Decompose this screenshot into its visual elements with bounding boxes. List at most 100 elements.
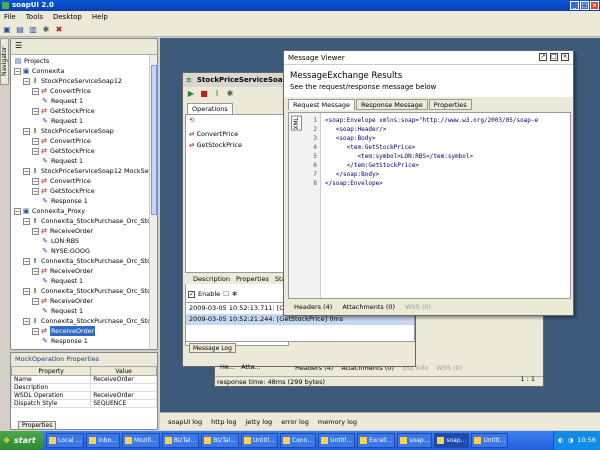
xml-editor[interactable]: XML 1 <soap:Envelope xmlns:soap="http://w… xyxy=(288,112,571,299)
clear-log-icon[interactable]: ☐ xyxy=(223,290,229,298)
collapse-toggle-icon[interactable]: − xyxy=(14,207,21,215)
tree-item[interactable]: − ⇄ ReceiveOrder xyxy=(11,226,157,236)
tree-item[interactable]: − I StockPriceServiceSoap12 xyxy=(11,76,157,86)
tree-item[interactable]: ✎ Request 1 xyxy=(11,306,157,316)
tree-item[interactable]: − ⇄ ConvertPrice xyxy=(11,136,157,146)
stop-icon[interactable]: ■ xyxy=(199,89,209,99)
collapse-toggle-icon[interactable]: − xyxy=(32,267,39,275)
code-text[interactable]: <tem:GetStockPrice> xyxy=(319,143,416,152)
taskbar-button[interactable]: Conn... xyxy=(279,433,317,448)
menu-tools[interactable]: Tools xyxy=(26,11,43,23)
taskbar-button[interactable]: Untitl... xyxy=(471,433,509,448)
tree-item[interactable]: ✎ Request 1 xyxy=(11,156,157,166)
message-properties-tab[interactable]: Properties xyxy=(428,99,472,110)
tree-item[interactable]: ✎ NYSE:GOOG xyxy=(11,246,157,256)
collapse-toggle-icon[interactable]: − xyxy=(32,107,39,115)
taskbar-button[interactable]: Mozill... xyxy=(121,433,160,448)
description-tab[interactable]: Description xyxy=(193,273,230,284)
tree-item[interactable]: − ⇄ GetStockPrice xyxy=(11,106,157,116)
tree-item[interactable]: − ▣ Connexita xyxy=(11,66,157,76)
log-options-icon[interactable]: ✱ xyxy=(232,290,237,298)
properties-tab[interactable]: Properties xyxy=(18,421,57,430)
taskbar-button[interactable]: Untitl... xyxy=(240,433,278,448)
taskbar-button[interactable]: BizTal... xyxy=(161,433,200,448)
http-log-tab[interactable]: http log xyxy=(211,413,236,430)
tree-item[interactable]: − I Connexita_StockPurchase_Orc_Sto xyxy=(11,256,157,266)
code-text[interactable]: <soap:Body> xyxy=(319,134,376,143)
taskbar-button[interactable]: soap... xyxy=(434,433,470,448)
save-all-icon[interactable]: ▥ xyxy=(28,25,38,35)
tree-item[interactable]: − I Connexita_StockPurchase_Orc_Sto xyxy=(11,216,157,226)
tray-icon[interactable]: ◐ xyxy=(558,431,564,450)
tree-item[interactable]: ✎ Response 1 xyxy=(11,336,157,346)
tree-item[interactable]: ✎ Response 1 xyxy=(11,196,157,206)
exit-icon[interactable]: ✖ xyxy=(54,25,64,35)
tree-item[interactable]: − ▣ Connexita_Proxy xyxy=(11,206,157,216)
navigator-tab[interactable]: Navigator xyxy=(0,38,9,85)
wss-tab-mv[interactable]: WSS (0) xyxy=(405,301,431,313)
table-row[interactable]: Description xyxy=(10,383,157,392)
preferences-icon[interactable]: ✱ xyxy=(41,25,51,35)
collapse-toggle-icon[interactable]: − xyxy=(23,167,30,175)
collapse-toggle-icon[interactable]: − xyxy=(32,137,39,145)
tree-item[interactable]: − I StockPriceServiceSoap12 MockServ xyxy=(11,166,157,176)
taskbar-button[interactable]: Inbo... xyxy=(86,433,120,448)
atta-tab[interactable]: Atta... xyxy=(241,363,261,371)
he-tab[interactable]: He... xyxy=(220,363,235,371)
tree-item[interactable]: − I Connexita_StockPurchase_Orc_Sto xyxy=(11,286,157,296)
interface-icon[interactable]: I xyxy=(212,89,222,99)
table-row[interactable]: WSDL Operation ReceiveOrder xyxy=(10,391,157,400)
taskbar-button[interactable]: Untitl... xyxy=(318,433,356,448)
tree-item[interactable]: − ⇄ GetStockPrice xyxy=(11,146,157,156)
close-button[interactable]: × xyxy=(590,1,599,10)
list-view-icon[interactable]: ☰ xyxy=(15,41,22,50)
headers-tab-mv[interactable]: Headers (4) xyxy=(294,301,332,313)
collapse-toggle-icon[interactable]: − xyxy=(23,77,30,85)
taskbar-button[interactable]: Excell... xyxy=(357,433,396,448)
tray-icon[interactable]: ◑ xyxy=(568,431,574,450)
collapse-toggle-icon[interactable]: − xyxy=(23,317,30,325)
collapse-toggle-icon[interactable]: − xyxy=(23,127,30,135)
options-icon[interactable]: ✱ xyxy=(225,89,235,99)
code-text[interactable]: </soap:Envelope> xyxy=(319,179,383,188)
wss-tab[interactable]: WSS (0) xyxy=(436,364,462,372)
tree-item[interactable]: ✎ LON:RBS xyxy=(11,236,157,246)
collapse-toggle-icon[interactable]: − xyxy=(32,147,39,155)
tree-item[interactable]: − I Connexita_StockPurchase_Orc_Sto xyxy=(11,316,157,326)
collapse-toggle-icon[interactable]: − xyxy=(32,187,39,195)
list-item[interactable]: ⇄ GetStockPrice xyxy=(186,140,288,151)
jetty-log-tab[interactable]: jetty log xyxy=(245,413,272,430)
tree-item[interactable]: − ⇄ ReceiveOrder xyxy=(11,326,157,336)
tree-item[interactable]: − ⇄ ConvertPrice xyxy=(11,176,157,186)
properties-tab-2[interactable]: Properties xyxy=(236,273,269,284)
collapse-toggle-icon[interactable]: − xyxy=(14,67,21,75)
table-row[interactable]: Name ReceiveOrder xyxy=(10,375,157,384)
close-icon[interactable]: × xyxy=(561,53,569,61)
menu-file[interactable]: File xyxy=(4,11,16,23)
maximize-icon[interactable]: □ xyxy=(550,53,558,61)
memory-log-tab[interactable]: memory log xyxy=(318,413,357,430)
taskbar-button[interactable]: BizTal... xyxy=(201,433,239,448)
response-message-tab[interactable]: Response Message xyxy=(355,99,428,110)
tree-item[interactable]: − I StockPriceServiceSoap xyxy=(11,126,157,136)
collapse-toggle-icon[interactable]: − xyxy=(32,297,39,305)
scrollbar-thumb[interactable] xyxy=(151,65,157,215)
xml-view-toggle[interactable]: XML xyxy=(291,116,302,131)
code-text[interactable]: <soap:Header/> xyxy=(319,125,387,134)
collapse-toggle-icon[interactable]: − xyxy=(23,217,30,225)
tree-item[interactable]: ✎ Request 1 xyxy=(11,116,157,126)
menu-desktop[interactable]: Desktop xyxy=(53,11,82,23)
tree-item[interactable]: − ⇄ GetStockPrice xyxy=(11,186,157,196)
collapse-toggle-icon[interactable]: − xyxy=(32,87,39,95)
taskbar-button[interactable]: Local ... xyxy=(46,433,85,448)
maximize-button[interactable]: □ xyxy=(580,1,589,10)
menu-help[interactable]: Help xyxy=(92,11,108,23)
run-icon[interactable]: ▶ xyxy=(186,89,196,99)
code-text[interactable]: <soap:Envelope xmlns:soap="http://www.w3… xyxy=(319,116,538,125)
minimize-button[interactable]: _ xyxy=(570,1,579,10)
collapse-toggle-icon[interactable]: − xyxy=(23,287,30,295)
code-text[interactable]: <tem:symbol>LON:RBS</tem:symbol> xyxy=(319,152,474,161)
refresh-icon[interactable]: ⟲ xyxy=(186,115,288,129)
message-log-tab[interactable]: Message Log xyxy=(189,343,236,353)
new-project-icon[interactable]: ▣ xyxy=(2,25,12,35)
